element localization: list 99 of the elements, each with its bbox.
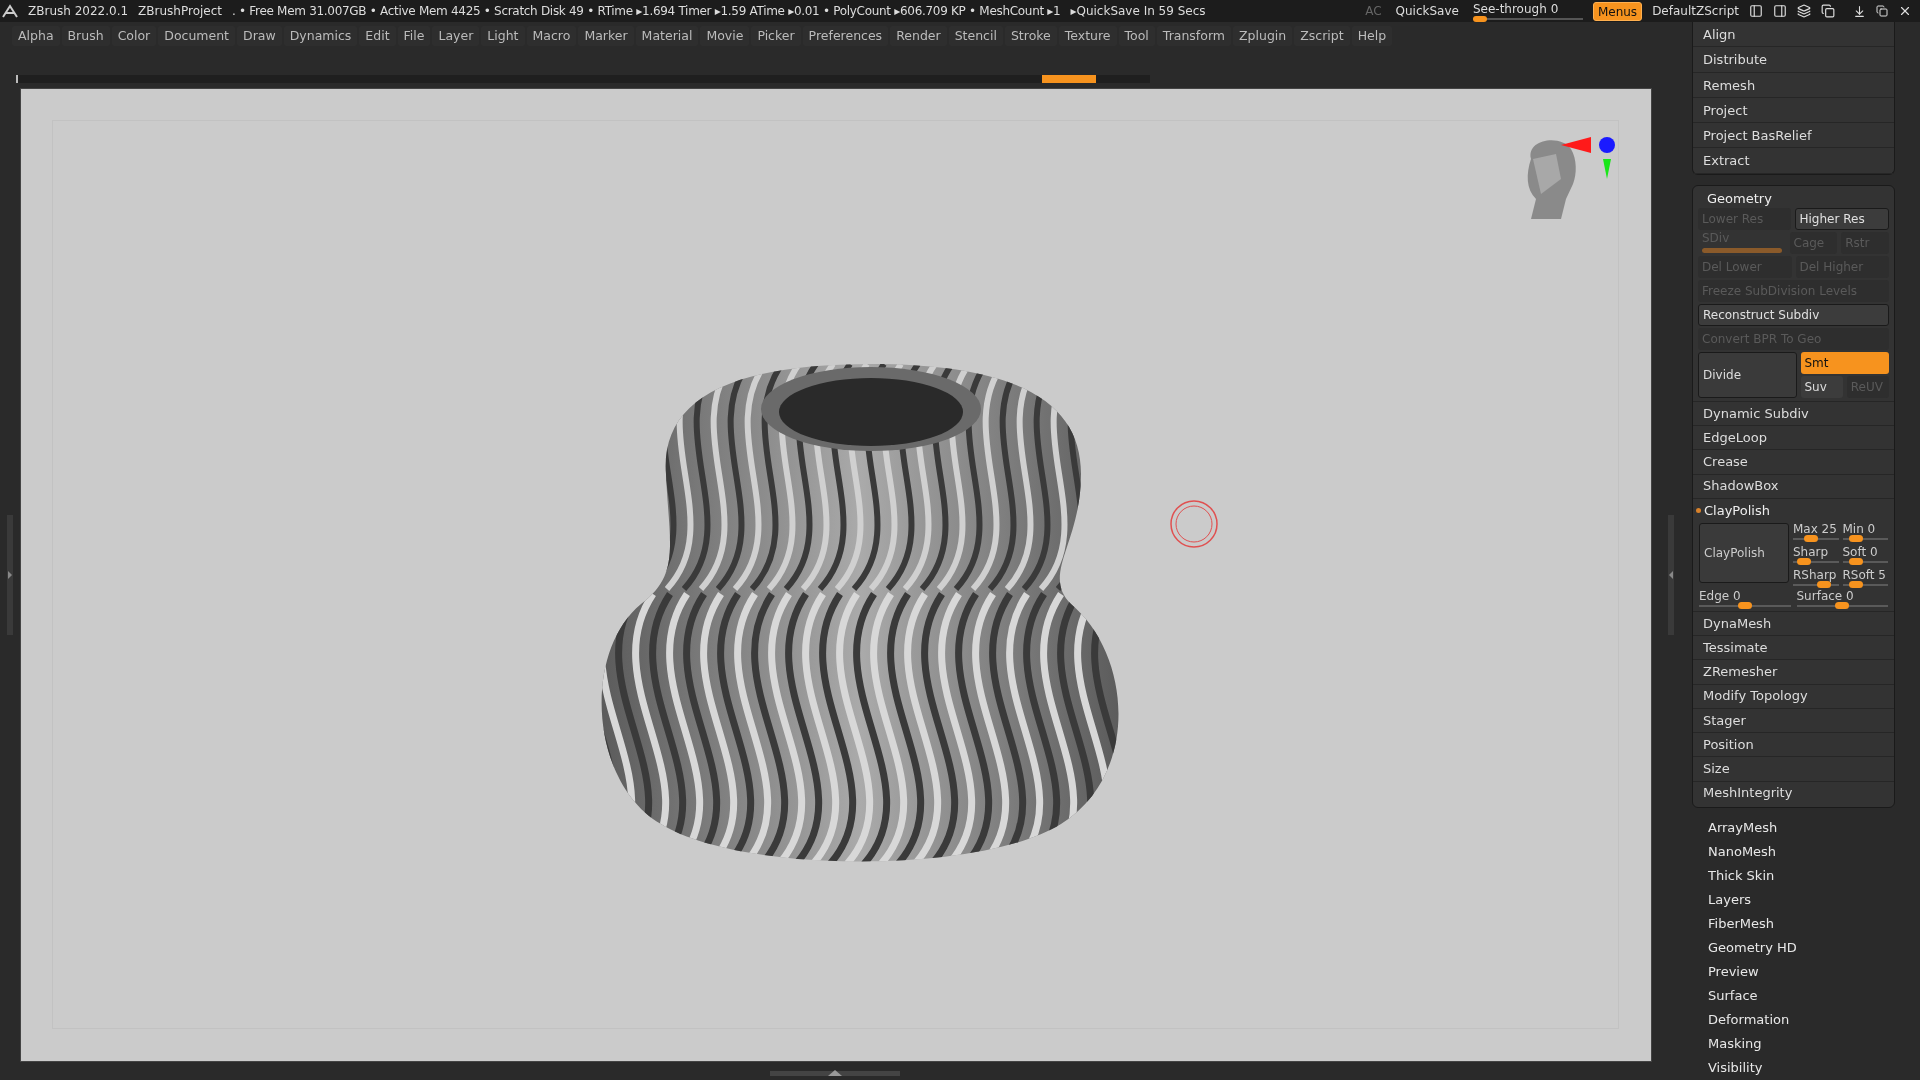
slider-label: RSoft 5	[1842, 568, 1887, 581]
panel-item[interactable]: Extract	[1693, 149, 1894, 174]
subpalette-item[interactable]: Layers	[1692, 887, 1920, 912]
ac-label: AC	[1365, 3, 1382, 20]
panel-item[interactable]: Crease	[1693, 449, 1894, 474]
close-icon[interactable]	[1898, 4, 1912, 18]
subpalette-item[interactable]: Surface	[1692, 983, 1920, 1008]
see-through-slider[interactable]: See-through 0	[1472, 1, 1583, 21]
panel-item[interactable]: ShadowBox	[1693, 473, 1894, 498]
slider-label: Min 0	[1842, 522, 1877, 535]
panel-item[interactable]: DynaMesh	[1693, 610, 1894, 635]
section-title[interactable]: Geometry	[1693, 185, 1894, 208]
panel-item[interactable]: Distribute	[1693, 48, 1894, 73]
quicksave-button[interactable]: QuickSave	[1391, 2, 1463, 20]
slider-thumb[interactable]	[1835, 601, 1850, 609]
app-title: ZBrush 2022.0.1	[28, 3, 129, 20]
menu-item[interactable]: Zscript	[1294, 26, 1350, 46]
dock-left-icon[interactable]	[1749, 4, 1763, 18]
panel-item[interactable]: Size	[1693, 756, 1894, 781]
menu-item[interactable]: Layer	[432, 26, 480, 46]
menu-item[interactable]: Edit	[359, 26, 396, 46]
subpalette-item[interactable]: Masking	[1692, 1031, 1920, 1056]
dock-right-icon[interactable]	[1773, 4, 1787, 18]
divide-button[interactable]: Divide	[1698, 351, 1797, 398]
panel-item[interactable]: ZRemesher	[1693, 659, 1894, 684]
menu-item[interactable]: Render	[890, 26, 947, 46]
subpalette-item[interactable]: Preview	[1692, 959, 1920, 984]
panel-item[interactable]: Position	[1693, 732, 1894, 756]
menu-item[interactable]: Light	[481, 26, 525, 46]
slider-label: See-through 0	[1472, 2, 1560, 15]
project-name: ZBrushProject	[138, 3, 222, 20]
slider-label: RSharp	[1793, 568, 1838, 581]
panel-item[interactable]: Project	[1693, 99, 1894, 123]
restore-icon[interactable]	[1876, 5, 1888, 17]
panel-item[interactable]: Stager	[1693, 707, 1894, 732]
slider-thumb[interactable]	[1804, 534, 1818, 542]
slider-label: Edge 0	[1699, 589, 1742, 602]
menu-item[interactable]: Material	[635, 26, 699, 46]
menu-item[interactable]: Brush	[61, 26, 110, 46]
panel-item[interactable]: Remesh	[1693, 73, 1894, 98]
bottom-handle-icon[interactable]	[770, 1068, 900, 1078]
side-handle-icon[interactable]	[1667, 515, 1675, 635]
slider-thumb[interactable]	[1737, 601, 1752, 609]
script-name: DefaultZScript	[1652, 3, 1739, 20]
menu-item[interactable]: Stencil	[948, 26, 1003, 46]
menu-item[interactable]: Movie	[700, 26, 750, 46]
side-handle-icon[interactable]	[6, 515, 14, 635]
panel-item[interactable]: Dynamic Subdiv	[1693, 400, 1894, 425]
menu-item[interactable]: File	[397, 26, 431, 46]
claypolish-button[interactable]: ClayPolish	[1699, 522, 1789, 583]
slider-label: Soft 0	[1842, 545, 1879, 558]
minimize-icon[interactable]	[1853, 4, 1866, 18]
slider-label: Max 25	[1793, 522, 1838, 535]
subpalette-item[interactable]: ArrayMesh	[1692, 815, 1920, 840]
panel-item[interactable]: MeshIntegrity	[1693, 780, 1894, 805]
panel-item[interactable]: Modify Topology	[1693, 683, 1894, 708]
slider-label: Surface 0	[1796, 589, 1855, 602]
subpalette-item[interactable]: NanoMesh	[1692, 839, 1920, 864]
panel-item[interactable]: Tessimate	[1693, 635, 1894, 659]
menu-item[interactable]: Macro	[526, 26, 577, 46]
menus-toggle[interactable]: Menus	[1592, 1, 1643, 21]
menu-item[interactable]: Transform	[1156, 26, 1231, 46]
slider-label: Sharp	[1793, 545, 1830, 558]
brush-cursor-icon	[1169, 499, 1219, 549]
slider-thumb[interactable]	[1848, 534, 1863, 542]
panel-button[interactable]: Higher Res	[1794, 207, 1889, 230]
menu-item[interactable]: Document	[158, 26, 236, 46]
panel-item[interactable]: ClayPolish	[1704, 500, 1770, 521]
panel-item[interactable]: Align	[1693, 23, 1894, 48]
menu-item[interactable]: Preferences	[802, 26, 889, 46]
subpalette-item[interactable]: FiberMesh	[1692, 911, 1920, 936]
subpalette-item[interactable]: Thick Skin	[1692, 863, 1920, 888]
subpalette-item[interactable]: Geometry HD	[1692, 935, 1920, 960]
menu-item[interactable]: Stroke	[1004, 26, 1057, 46]
toggle-button[interactable]: Suv	[1800, 375, 1843, 398]
undo-history-bar[interactable]	[16, 75, 1150, 83]
panel-item[interactable]: EdgeLoop	[1693, 425, 1894, 449]
menu-item[interactable]: Texture	[1058, 26, 1117, 46]
subpalette-item[interactable]: Deformation	[1692, 1007, 1920, 1032]
slider-thumb[interactable]	[1796, 557, 1811, 565]
app-logo-icon	[2, 4, 18, 18]
status-stats: . • Free Mem 31.007GB • Active Mem 4425 • Scratch Disk 49 • RTime ▸1.694 Timer ▸1.59 ATime ▸0.01 • PolyCount ▸606.709 KP • MeshCount ▸1	[232, 3, 1061, 20]
menu-item[interactable]: Tool	[1118, 26, 1155, 46]
menu-item[interactable]: Draw	[237, 26, 282, 46]
slider-thumb[interactable]	[1816, 580, 1831, 588]
menu-item[interactable]: Picker	[751, 26, 801, 46]
slider-thumb[interactable]	[1848, 557, 1863, 565]
menu-item[interactable]: Color	[111, 26, 157, 46]
subpalette-item[interactable]: Visibility	[1692, 1055, 1920, 1080]
menu-item[interactable]: Alpha	[12, 26, 60, 46]
menu-item[interactable]: Help	[1351, 26, 1393, 46]
menu-item[interactable]: Marker	[578, 26, 634, 46]
slider-thumb[interactable]	[1848, 580, 1863, 588]
panel-button[interactable]: Reconstruct Subdiv	[1698, 303, 1889, 326]
toggle-button[interactable]: Smt	[1800, 351, 1889, 374]
panel-item[interactable]: Project BasRelief	[1693, 124, 1894, 149]
menu-item[interactable]: Zplugin	[1233, 26, 1293, 46]
quicksave-timer: ▸QuickSave In 59 Secs	[1070, 3, 1206, 20]
menu-item[interactable]: Dynamics	[283, 26, 358, 46]
